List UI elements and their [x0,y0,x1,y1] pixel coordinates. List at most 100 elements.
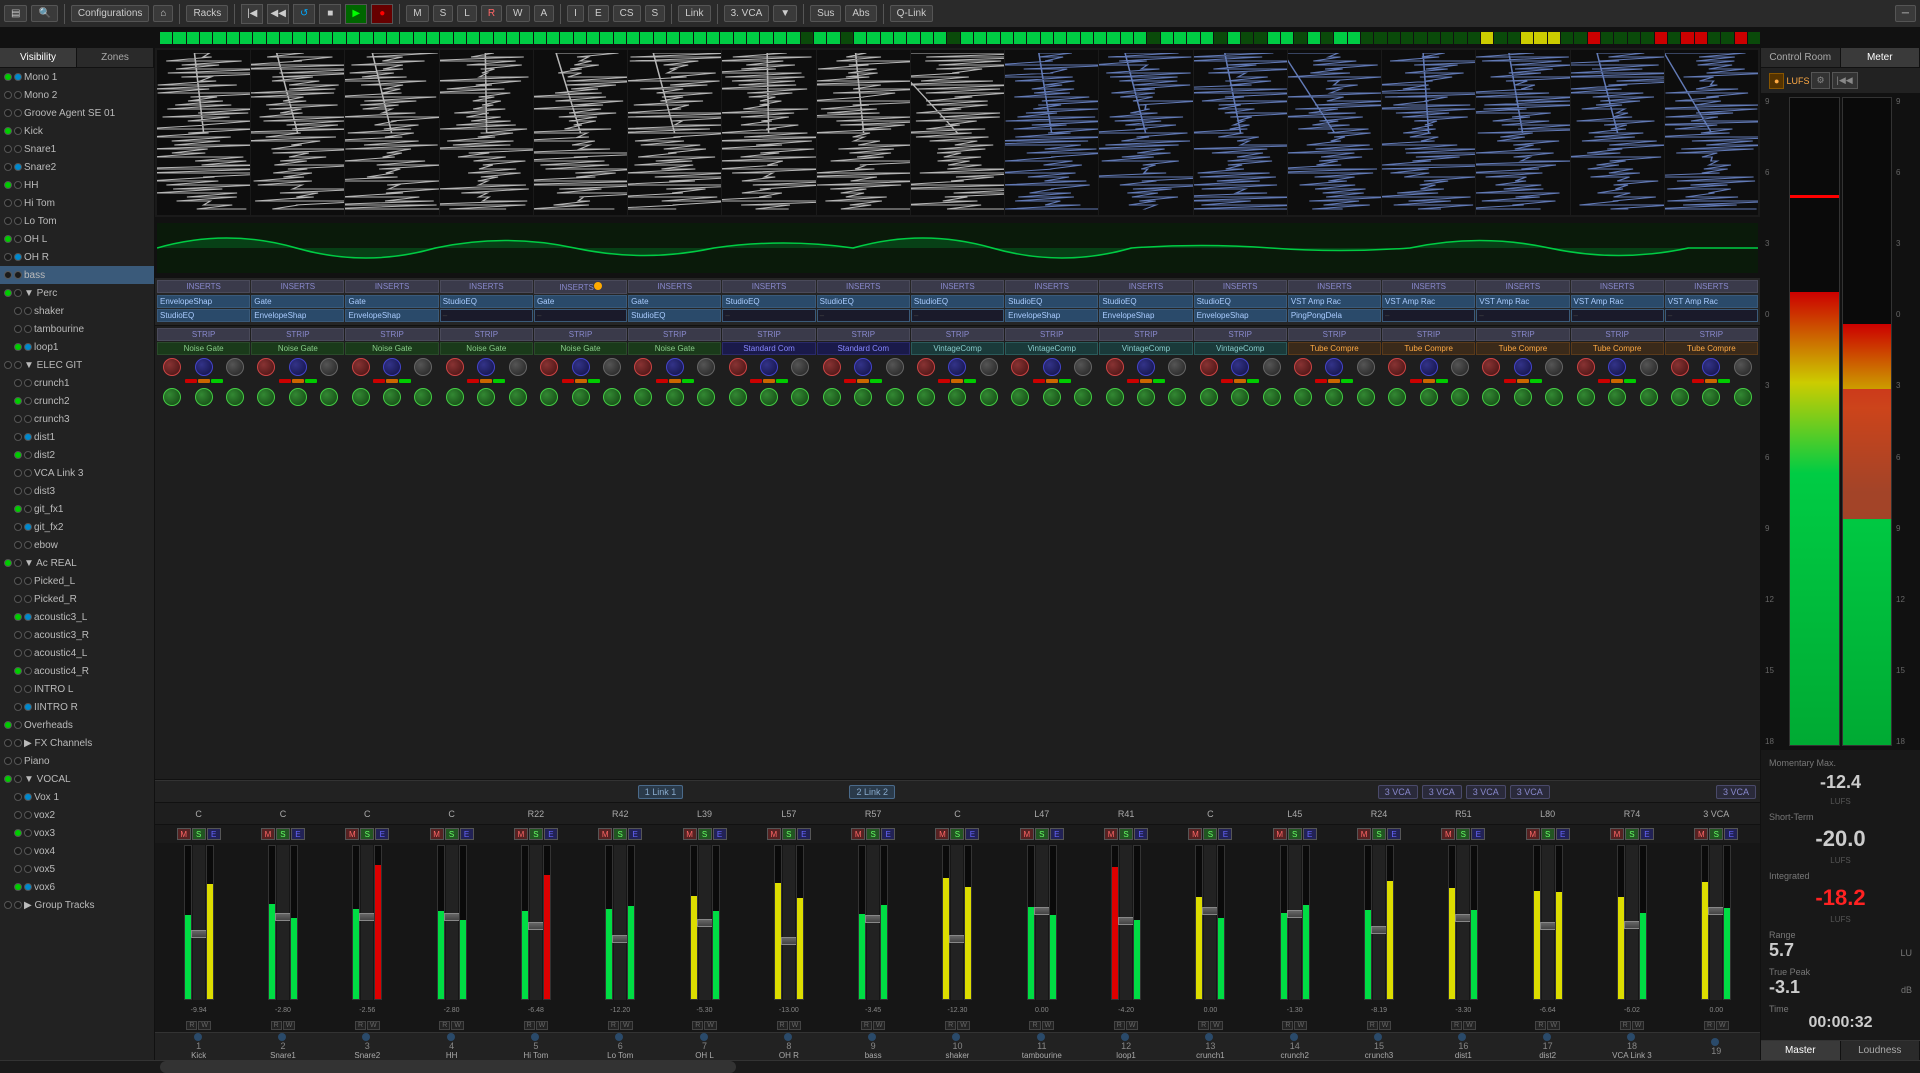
vca5-btn[interactable]: 3 VCA [1716,785,1756,799]
channel-visibility-led[interactable] [14,847,22,855]
channel-pan-label[interactable]: L57 [747,809,830,819]
toolbar-icon[interactable]: ▤ [4,5,27,22]
channel-e-button[interactable]: E [1724,828,1738,840]
channel-visibility-led[interactable] [14,469,22,477]
strip-knob-2[interactable] [1325,388,1343,406]
channel-m-button[interactable]: M [1694,828,1708,840]
l-btn[interactable]: L [457,5,477,22]
channel-w-button[interactable]: W [957,1021,970,1030]
a-btn[interactable]: A [534,5,555,22]
channel-fader[interactable] [277,845,289,1000]
channel-visibility-led[interactable] [4,127,12,135]
strip-knob-2[interactable] [477,388,495,406]
channel-w-button[interactable]: W [1463,1021,1476,1030]
strip-knob-2[interactable] [1640,388,1658,406]
record-btn[interactable]: ● [371,4,393,24]
r-btn[interactable]: R [481,5,502,22]
strip-knob-2[interactable] [195,388,213,406]
strip-plugin[interactable]: Tube Compre [1665,342,1758,355]
channel-visibility-led[interactable] [4,901,12,909]
strip-knob[interactable] [1168,358,1186,376]
strip-knob-2[interactable] [854,388,872,406]
channel-visibility-led[interactable] [14,865,22,873]
sidebar-item[interactable]: OH R [0,248,154,266]
strip-knob[interactable] [1702,358,1720,376]
insert-plugin-slot[interactable]: StudioEQ [1194,295,1287,308]
strip-knob[interactable] [1074,358,1092,376]
channel-visibility-led[interactable] [4,181,12,189]
strip-knob-2[interactable] [697,388,715,406]
insert-plugin-slot[interactable]: StudioEQ [157,309,250,322]
channel-w-button[interactable]: W [283,1021,296,1030]
channel-zone-led[interactable] [14,289,22,297]
strip-knob-2[interactable] [572,388,590,406]
channel-zone-led[interactable] [24,595,32,603]
insert-plugin-slot[interactable]: VST Amp Rac [1476,295,1569,308]
channel-number-box[interactable]: 16dist1 [1422,1033,1505,1060]
channel-number-box[interactable]: 13crunch1 [1169,1033,1252,1060]
link1-btn[interactable]: 1 Link 1 [638,785,684,799]
channel-e-button[interactable]: E [1218,828,1232,840]
channel-s-button[interactable]: S [698,828,712,840]
strip-knob[interactable] [823,358,841,376]
strip-plugin[interactable]: Noise Gate [534,342,627,355]
channel-w-button[interactable]: W [1379,1021,1392,1030]
strip-knob-2[interactable] [1294,388,1312,406]
strip-plugin[interactable]: Tube Compre [1476,342,1569,355]
channel-zone-led[interactable] [14,199,22,207]
insert-plugin-slot[interactable]: Gate [628,295,721,308]
sidebar-item[interactable]: git_fx1 [0,500,154,518]
insert-plugin-slot[interactable]: – [534,309,627,322]
channel-number-box[interactable]: 6Lo Tom [579,1033,662,1060]
i-btn[interactable]: I [567,5,584,22]
link2-btn[interactable]: 2 Link 2 [849,785,895,799]
channel-r-button[interactable]: R [608,1021,619,1030]
channel-visibility-led[interactable] [4,289,12,297]
sidebar-item[interactable]: Kick [0,122,154,140]
channel-zone-led[interactable] [24,379,32,387]
channel-s-button[interactable]: S [782,828,796,840]
channel-zone-led[interactable] [24,811,32,819]
sidebar-item[interactable]: Snare2 [0,158,154,176]
abs-btn[interactable]: Abs [845,5,876,22]
channel-r-button[interactable]: R [777,1021,788,1030]
strip-knob[interactable] [1451,358,1469,376]
channel-w-button[interactable]: W [1716,1021,1729,1030]
channel-s-button[interactable]: S [613,828,627,840]
strip-knob[interactable] [729,358,747,376]
channel-pan-label[interactable]: R41 [1084,809,1167,819]
channel-zone-led[interactable] [14,559,22,567]
channel-zone-led[interactable] [24,343,32,351]
channel-number-box[interactable]: 2Snare1 [241,1033,324,1060]
sidebar-item[interactable]: ▶ FX Channels [0,734,154,752]
channel-fader[interactable] [1542,845,1554,1000]
strip-knob[interactable] [1200,358,1218,376]
channel-visibility-led[interactable] [4,775,12,783]
channel-zone-led[interactable] [24,865,32,873]
strip-plugin[interactable]: VintageComp [1099,342,1192,355]
channel-zone-led[interactable] [24,469,32,477]
channel-pan-label[interactable]: R51 [1422,809,1505,819]
strip-knob-2[interactable] [1482,388,1500,406]
channel-zone-led[interactable] [14,73,22,81]
strip-knob[interactable] [1043,358,1061,376]
channel-visibility-led[interactable] [4,235,12,243]
cs-btn[interactable]: CS [613,5,641,22]
rewind-btn[interactable]: ◀◀ [267,4,289,24]
m-btn[interactable]: M [406,5,428,22]
channel-visibility-led[interactable] [14,325,22,333]
channel-e-button[interactable]: E [1556,828,1570,840]
channel-visibility-led[interactable] [14,577,22,585]
strip-knob[interactable] [289,358,307,376]
channel-zone-led[interactable] [14,91,22,99]
strip-knob[interactable] [666,358,684,376]
channel-zone-led[interactable] [24,541,32,549]
channel-visibility-led[interactable] [14,541,22,549]
channel-visibility-led[interactable] [14,883,22,891]
sidebar-item[interactable]: git_fx2 [0,518,154,536]
channel-r-button[interactable]: R [355,1021,366,1030]
stop-btn[interactable]: ■ [319,4,341,24]
channel-m-button[interactable]: M [1104,828,1118,840]
channel-number-box[interactable]: 12loop1 [1084,1033,1167,1060]
channel-e-button[interactable]: E [797,828,811,840]
